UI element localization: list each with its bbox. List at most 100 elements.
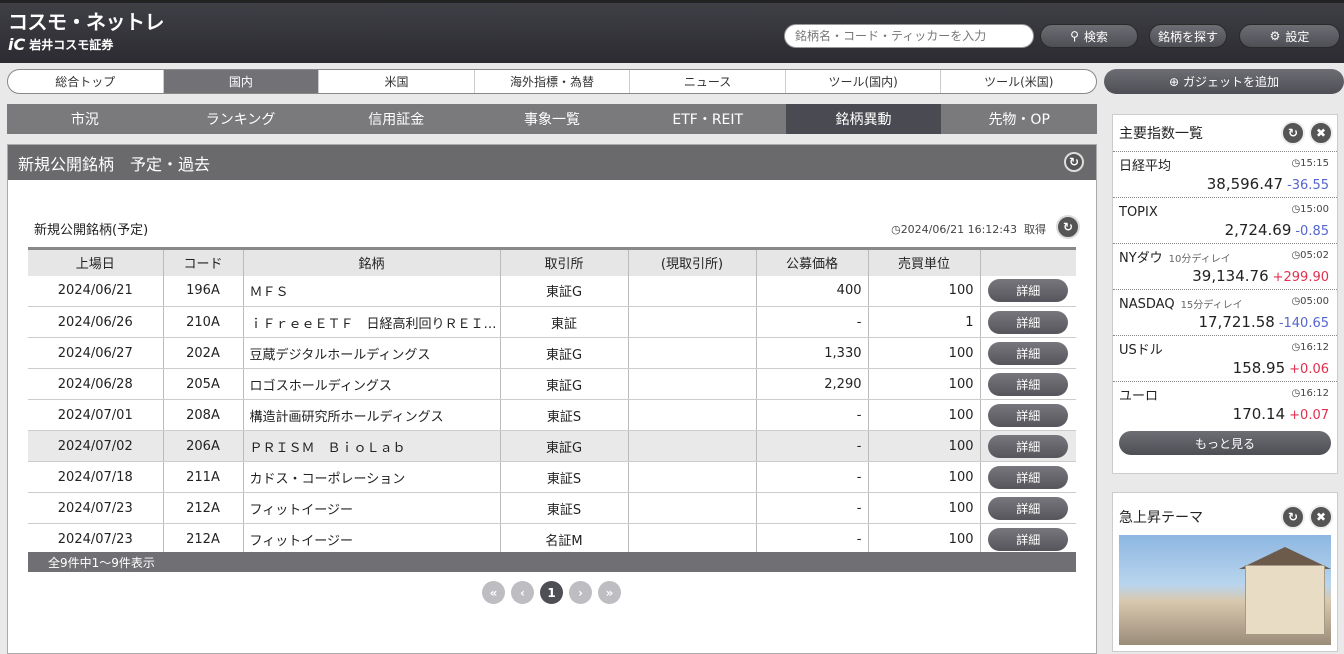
index-change: -36.55	[1287, 178, 1329, 193]
current-page[interactable]: 1	[540, 581, 563, 604]
cell-unit: 100	[867, 430, 980, 462]
first-page-button[interactable]: «	[482, 581, 505, 604]
sub-nav-item[interactable]: 先物・OP	[941, 104, 1097, 134]
index-name: NYダウ	[1119, 251, 1163, 266]
find-stock-button[interactable]: 銘柄を探す	[1149, 24, 1227, 48]
sub-nav-item[interactable]: 銘柄異動	[785, 104, 942, 134]
plus-circle-icon: ⊕	[1168, 74, 1180, 89]
timestamp: ◷2024/06/21 16:12:43 取得	[891, 223, 1046, 236]
cell-exchange: 東証G	[499, 337, 628, 369]
table-row[interactable]: 2024/07/23 212A フィットイージー 名証M -100 詳細	[28, 523, 1076, 555]
refresh-icon[interactable]: ↻	[1281, 505, 1305, 529]
index-time: ◷05:00	[1291, 296, 1329, 307]
table-row[interactable]: 2024/06/21 196A ＭＦＳ 東証G 400 100 詳細	[28, 275, 1076, 307]
index-item[interactable]: 日経平均 ◷15:15 38,596.47 -36.55	[1113, 151, 1337, 197]
index-item[interactable]: TOPIX ◷15:00 2,724.69 -0.85	[1113, 197, 1337, 243]
column-header: (現取引所)	[627, 247, 756, 276]
gadget-title: 急上昇テーマ	[1119, 510, 1203, 526]
cell-price: 1,330	[755, 337, 868, 369]
add-gadget-button[interactable]: ⊕ ガジェットを追加	[1104, 69, 1344, 94]
detail-button[interactable]: 詳細	[988, 465, 1069, 489]
table-row[interactable]: 2024/06/28 205A ロゴスホールディングス 東証G 2,290 100 詳細	[28, 368, 1076, 400]
sub-nav-item[interactable]: 信用証金	[318, 104, 474, 134]
pagination: « ‹ 1 › »	[482, 581, 621, 604]
clock-icon: ◷	[1291, 204, 1301, 215]
index-item[interactable]: USドル ◷16:12 158.95 +0.06	[1113, 335, 1337, 381]
table-row[interactable]: 2024/07/02 206A ＰＲＩＳＭ ＢｉｏＬａｂ 東証G -100 詳細	[28, 430, 1076, 462]
cell-name: フィットイージー	[242, 492, 500, 524]
ipo-panel: 新規公開銘柄 予定・過去 ↻ 新規公開銘柄(予定) ◷2024/06/21 16…	[7, 144, 1097, 654]
index-delay: 15分ディレイ	[1180, 300, 1243, 311]
next-page-button[interactable]: ›	[569, 581, 592, 604]
global-nav-item[interactable]: ツール(国内)	[786, 70, 942, 93]
close-icon[interactable]: ✖	[1309, 505, 1333, 529]
cell-current-exchange	[627, 368, 756, 400]
global-nav-item[interactable]: 総合トップ	[8, 70, 164, 93]
close-icon[interactable]: ✖	[1309, 121, 1333, 145]
more-button[interactable]: もっと見る	[1119, 431, 1331, 455]
sub-nav-item[interactable]: ランキング	[163, 104, 319, 134]
cell-unit: 100	[867, 368, 980, 400]
logo[interactable]: コスモ・ネットレ iC 岩井コスモ証券	[8, 11, 165, 54]
cell-exchange: 東証S	[499, 492, 628, 524]
detail-button[interactable]: 詳細	[988, 434, 1069, 458]
index-item[interactable]: ユーロ ◷16:12 170.14 +0.07	[1113, 381, 1337, 427]
panel-title: 新規公開銘柄 予定・過去	[18, 154, 211, 174]
sub-nav-item[interactable]: 事象一覧	[474, 104, 630, 134]
index-time: ◷16:12	[1291, 342, 1329, 353]
table-row[interactable]: 2024/07/01 208A 構造計画研究所ホールディングス 東証S -100 詳細	[28, 399, 1076, 431]
global-nav-item[interactable]: 米国	[319, 70, 475, 93]
cell-current-exchange	[627, 306, 756, 338]
global-nav-item[interactable]: ツール(米国)	[941, 70, 1096, 93]
clock-icon: ◷	[1291, 250, 1301, 261]
cell-name: 構造計画研究所ホールディングス	[242, 399, 500, 431]
clock-icon: ◷	[1291, 388, 1301, 399]
index-item[interactable]: NYダウ 10分ディレイ ◷05:02 39,134.76 +299.90	[1113, 243, 1337, 289]
detail-button[interactable]: 詳細	[988, 310, 1069, 334]
clock-icon: ◷	[1291, 342, 1301, 353]
indices-gadget: 主要指数一覧 ↻ ✖ 日経平均 ◷15:15 38,596.47 -36.55 TOPI…	[1112, 114, 1338, 474]
index-name: 日経平均	[1119, 159, 1172, 174]
settings-button[interactable]: ⚙ 設定	[1239, 24, 1340, 48]
sub-nav-item[interactable]: ETF・REIT	[630, 104, 786, 134]
cell-date: 2024/07/02	[28, 430, 163, 462]
detail-button[interactable]: 詳細	[988, 279, 1069, 303]
cell-price: -	[755, 492, 868, 524]
theme-image[interactable]	[1119, 535, 1331, 645]
global-nav-item[interactable]: 国内	[163, 70, 320, 93]
column-header: 上場日	[28, 247, 163, 276]
prev-page-button[interactable]: ‹	[511, 581, 534, 604]
detail-button[interactable]: 詳細	[988, 496, 1069, 520]
fetch-refresh-button[interactable]: ↻	[1056, 215, 1080, 239]
clock-icon: ◷	[1291, 158, 1301, 169]
detail-button[interactable]: 詳細	[988, 527, 1069, 551]
global-nav-item[interactable]: ニュース	[630, 70, 786, 93]
global-nav-item[interactable]: 海外指標・為替	[475, 70, 631, 93]
table-row[interactable]: 2024/07/23 212A フィットイージー 東証S -100 詳細	[28, 492, 1076, 524]
refresh-icon: ↻	[1062, 220, 1074, 234]
table-row[interactable]: 2024/07/18 211A カドス・コーポレーション 東証S -100 詳細	[28, 461, 1076, 493]
cell-date: 2024/07/23	[28, 492, 163, 524]
cell-date: 2024/07/18	[28, 461, 163, 493]
sub-nav: 市況 ランキング 信用証金 事象一覧 ETF・REIT 銘柄異動 先物・OP	[7, 104, 1097, 134]
cell-name: ＰＲＩＳＭ ＢｉｏＬａｂ	[242, 430, 500, 462]
detail-button[interactable]: 詳細	[988, 341, 1069, 365]
cell-current-exchange	[627, 275, 756, 307]
detail-button[interactable]: 詳細	[988, 372, 1069, 396]
table-row[interactable]: 2024/06/26 210A ｉＦｒｅｅＥＴＦ 日経高利回りＲＥＩ… 東証 -1 詳細	[28, 306, 1076, 338]
cell-date: 2024/07/01	[28, 399, 163, 431]
search-input[interactable]	[784, 24, 1034, 48]
index-value: 158.95 +0.06	[1232, 359, 1329, 377]
table-row[interactable]: 2024/06/27 202A 豆蔵デジタルホールディングス 東証G 1,330 100 詳…	[28, 337, 1076, 369]
search-button[interactable]: ⚲ 検索	[1040, 24, 1138, 48]
cell-unit: 100	[867, 492, 980, 524]
index-name: USドル	[1119, 343, 1163, 358]
refresh-icon[interactable]: ↻	[1281, 121, 1305, 145]
index-name: NASDAQ	[1119, 297, 1175, 312]
detail-button[interactable]: 詳細	[988, 403, 1069, 427]
sub-nav-item[interactable]: 市況	[7, 104, 163, 134]
cell-date: 2024/06/21	[28, 275, 163, 307]
refresh-icon[interactable]: ↻	[1064, 152, 1084, 172]
last-page-button[interactable]: »	[598, 581, 621, 604]
index-item[interactable]: NASDAQ 15分ディレイ ◷05:00 17,721.58 -140.65	[1113, 289, 1337, 335]
